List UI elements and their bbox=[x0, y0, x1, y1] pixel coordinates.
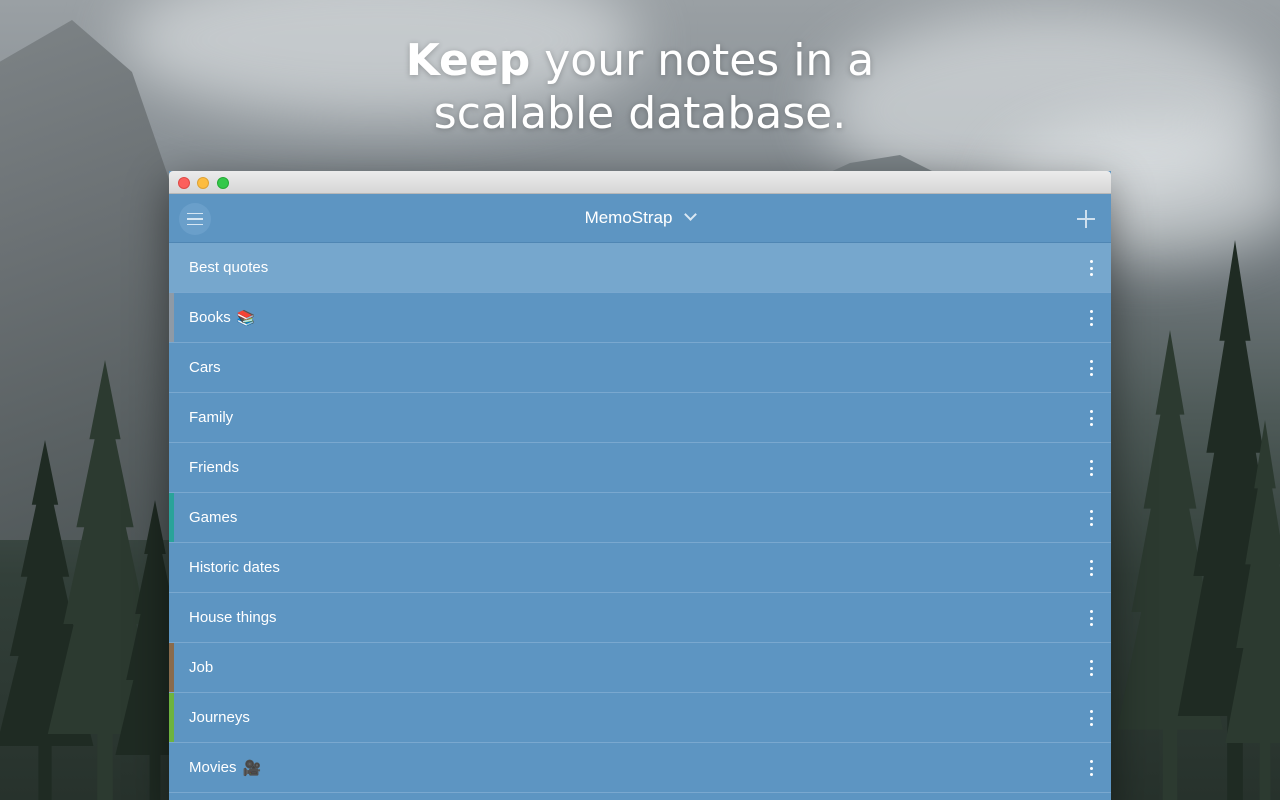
notebook-row[interactable]: Historic dates bbox=[169, 543, 1111, 593]
app-window: MemoStrap Best quotes Books 📚 Cars Family Fri… bbox=[169, 171, 1111, 800]
color-tag-stripe bbox=[169, 643, 174, 692]
notebook-row[interactable]: Journeys bbox=[169, 693, 1111, 743]
more-options-icon[interactable] bbox=[1089, 760, 1093, 776]
notebook-label: House things bbox=[189, 609, 277, 626]
notebook-row[interactable]: Cars bbox=[169, 343, 1111, 393]
headline-line1-rest: your notes in a bbox=[530, 35, 875, 86]
notebook-label: Family bbox=[189, 409, 234, 426]
notebook-row[interactable]: Best quotes bbox=[169, 243, 1111, 293]
more-options-icon[interactable] bbox=[1089, 310, 1093, 326]
notebook-label: Friends bbox=[189, 459, 240, 476]
notebook-emoji: 📚 bbox=[236, 308, 256, 327]
more-options-icon[interactable] bbox=[1089, 510, 1093, 526]
notebook-row[interactable]: Family bbox=[169, 393, 1111, 443]
window-zoom-button[interactable] bbox=[217, 177, 229, 189]
notebook-list: Best quotes Books 📚 Cars Family Friends Games H… bbox=[169, 243, 1111, 793]
window-close-button[interactable] bbox=[178, 177, 190, 189]
notebook-row[interactable]: House things bbox=[169, 593, 1111, 643]
plus-icon[interactable] bbox=[1077, 210, 1095, 228]
color-tag-stripe bbox=[169, 693, 174, 742]
notebook-row[interactable]: Job bbox=[169, 643, 1111, 693]
chevron-down-icon bbox=[684, 208, 698, 221]
notebook-label: Books bbox=[189, 309, 231, 326]
notebook-label: Job bbox=[189, 659, 214, 676]
more-options-icon[interactable] bbox=[1089, 660, 1093, 676]
more-options-icon[interactable] bbox=[1089, 710, 1093, 726]
app-title: MemoStrap bbox=[584, 208, 673, 227]
notebook-label: Historic dates bbox=[189, 559, 280, 576]
notebook-label: Movies bbox=[189, 759, 237, 776]
window-minimize-button[interactable] bbox=[197, 177, 209, 189]
headline-line2: scalable database. bbox=[433, 88, 847, 139]
more-options-icon[interactable] bbox=[1089, 610, 1093, 626]
notebook-label: Journeys bbox=[189, 709, 250, 726]
more-options-icon[interactable] bbox=[1089, 360, 1093, 376]
more-options-icon[interactable] bbox=[1089, 460, 1093, 476]
color-tag-stripe bbox=[169, 293, 174, 342]
notebook-row[interactable]: Games bbox=[169, 493, 1111, 543]
notebook-emoji: 🎥 bbox=[242, 758, 262, 777]
notebook-row[interactable]: Movies 🎥 bbox=[169, 743, 1111, 793]
notebook-switcher[interactable]: MemoStrap bbox=[169, 208, 1111, 228]
notebook-label: Cars bbox=[189, 359, 221, 376]
marketing-headline: Keep your notes in a scalable database. bbox=[0, 34, 1280, 140]
color-tag-stripe bbox=[169, 493, 174, 542]
notebook-row[interactable]: Books 📚 bbox=[169, 293, 1111, 343]
more-options-icon[interactable] bbox=[1089, 260, 1093, 276]
more-options-icon[interactable] bbox=[1089, 560, 1093, 576]
notebook-label: Best quotes bbox=[189, 259, 269, 276]
headline-bold-word: Keep bbox=[405, 35, 531, 86]
notebook-label: Games bbox=[189, 509, 238, 526]
app-header: MemoStrap bbox=[169, 194, 1111, 243]
notebook-row[interactable]: Friends bbox=[169, 443, 1111, 493]
window-titlebar[interactable] bbox=[169, 171, 1111, 194]
more-options-icon[interactable] bbox=[1089, 410, 1093, 426]
